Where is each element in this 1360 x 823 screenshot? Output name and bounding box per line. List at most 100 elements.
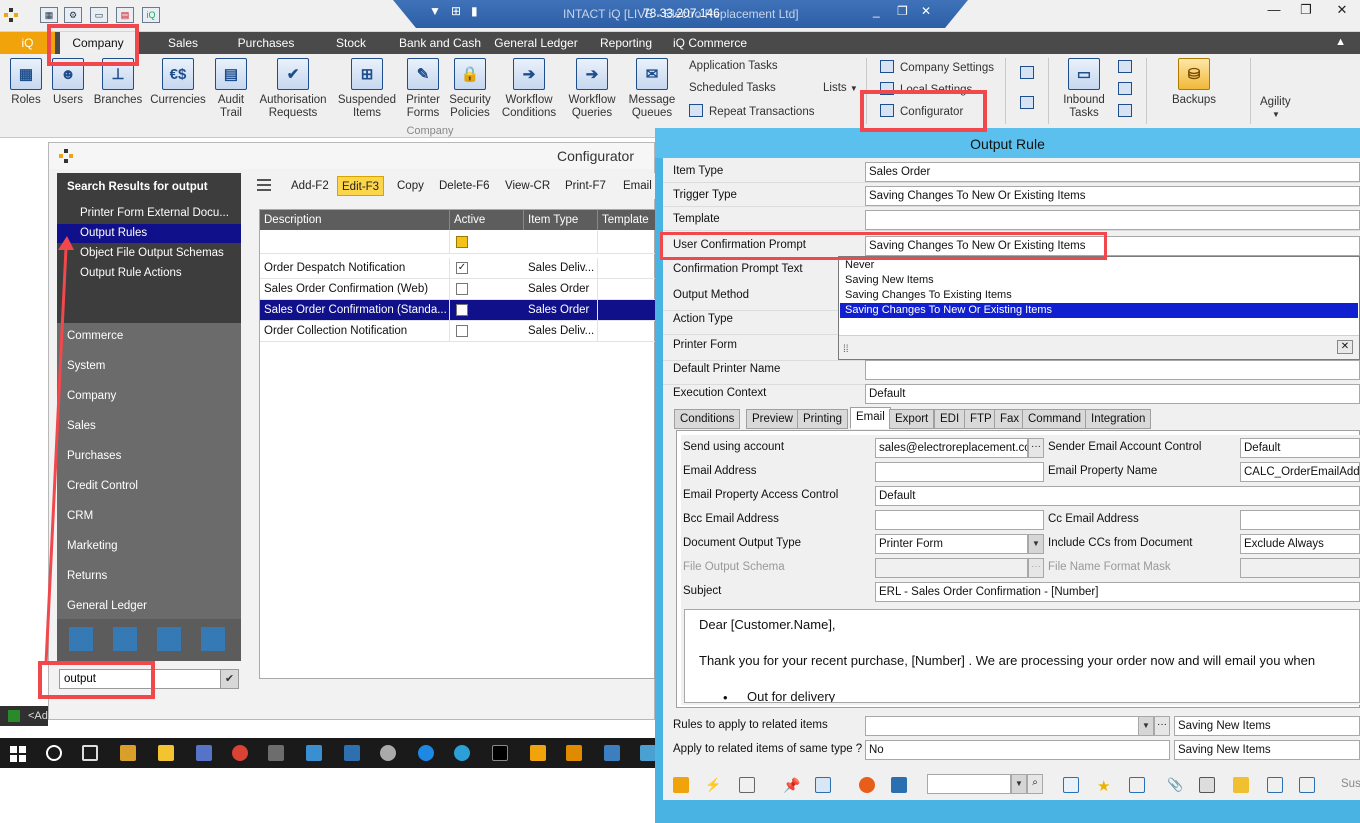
repeat-transactions-button[interactable]: Repeat Transactions: [689, 104, 814, 118]
add-button[interactable]: Add-F2: [287, 176, 333, 196]
dropdown-option-never[interactable]: Never: [840, 258, 1358, 273]
browse-account-button[interactable]: ···: [1028, 438, 1044, 458]
search-go-icon[interactable]: ✔: [220, 670, 238, 688]
column-header-description[interactable]: Description: [260, 210, 450, 230]
email-button[interactable]: Email: [619, 176, 656, 196]
quick-access-monitor-icon[interactable]: ▭: [90, 7, 108, 23]
restore-button[interactable]: ❐: [1290, 0, 1322, 22]
list-icon[interactable]: [1299, 777, 1315, 793]
chevron-down-icon[interactable]: ▼: [1138, 716, 1154, 736]
category-commerce[interactable]: Commerce: [67, 330, 123, 342]
copy-button[interactable]: Copy: [393, 176, 428, 196]
suspend-label[interactable]: Sus: [1341, 778, 1360, 790]
small-task-icon-2[interactable]: [1118, 82, 1138, 96]
shortcut-tile-icon[interactable]: [201, 627, 225, 651]
hamburger-menu-icon[interactable]: [257, 179, 271, 191]
minimize-button[interactable]: —: [1258, 0, 1290, 22]
small-monitor-icon-2[interactable]: [1020, 96, 1040, 110]
taskbar-app-icon[interactable]: [268, 745, 284, 761]
workflow-conditions-button[interactable]: ➔ Workflow Conditions: [498, 58, 560, 120]
taskbar-app-icon[interactable]: [640, 745, 656, 761]
security-policies-button[interactable]: 🔒 Security Policies: [448, 58, 492, 120]
trigger-type-field[interactable]: Saving Changes To New Or Existing Items: [865, 186, 1360, 206]
search-result-output-rule-actions[interactable]: Output Rule Actions: [57, 264, 241, 283]
dropdown-close-icon[interactable]: ✕: [1337, 340, 1353, 354]
send-using-account-field[interactable]: sales@electroreplacement.co: [875, 438, 1028, 458]
print-button[interactable]: Print-F7: [561, 176, 610, 196]
shortcut-tile-icon[interactable]: [69, 627, 93, 651]
cc-field[interactable]: [1240, 510, 1360, 530]
tab-command[interactable]: Command: [1022, 409, 1088, 429]
filter-description[interactable]: [260, 230, 450, 253]
tab-conditions[interactable]: Conditions: [674, 409, 741, 429]
small-task-icon-1[interactable]: [1118, 60, 1138, 74]
category-general-ledger[interactable]: General Ledger: [67, 600, 147, 612]
category-credit-control[interactable]: Credit Control: [67, 480, 138, 492]
notes-icon[interactable]: [1063, 777, 1079, 793]
dropdown-option-saving-existing[interactable]: Saving Changes To Existing Items: [840, 288, 1358, 303]
search-icon[interactable]: ⌕: [1027, 774, 1043, 794]
dropdown-option-saving-new[interactable]: Saving New Items: [840, 273, 1358, 288]
table-row[interactable]: Sales Order Confirmation (Web) Sales Ord…: [260, 279, 656, 300]
intact-app-icon[interactable]: [530, 745, 546, 761]
category-purchases[interactable]: Purchases: [67, 450, 121, 462]
document-icon[interactable]: [815, 777, 831, 793]
tab-reporting[interactable]: Reporting: [594, 32, 658, 54]
remote-desktop-icon[interactable]: [604, 745, 620, 761]
tab-iq-commerce[interactable]: iQ Commerce: [672, 32, 748, 54]
filter-item-type[interactable]: [524, 230, 598, 253]
inbound-tasks-button[interactable]: ▭ Inbound Tasks: [1058, 58, 1110, 120]
edit-button[interactable]: Edit-F3: [337, 176, 385, 196]
session-pin-icon[interactable]: ⊞: [451, 4, 461, 18]
column-header-item-type[interactable]: Item Type: [524, 210, 598, 230]
search-result-printer-form[interactable]: Printer Form External Docu...: [57, 204, 241, 223]
internet-explorer-icon[interactable]: [454, 745, 470, 761]
sender-control-field[interactable]: Default: [1240, 438, 1360, 458]
taskbar-app-icon[interactable]: [196, 745, 212, 761]
email-body-editor[interactable]: Dear [Customer.Name], Thank you for your…: [684, 609, 1360, 703]
teamviewer-icon[interactable]: [418, 745, 434, 761]
filter-active-checkbox[interactable]: [456, 236, 468, 248]
toolbar-search-input[interactable]: [927, 774, 1011, 794]
row-active-checkbox[interactable]: [456, 283, 468, 295]
edit-document-icon[interactable]: [1129, 777, 1145, 793]
rules-related-value[interactable]: Saving New Items: [1174, 716, 1360, 736]
quick-access-roles-icon[interactable]: ▦: [40, 7, 58, 23]
scheduled-tasks-button[interactable]: Scheduled Tasks: [689, 82, 776, 94]
company-settings-button[interactable]: Company Settings: [880, 60, 994, 74]
shortcut-tile-icon[interactable]: [157, 627, 181, 651]
tab-printing[interactable]: Printing: [797, 409, 848, 429]
row-active-checkbox[interactable]: [456, 304, 468, 316]
tab-sales[interactable]: Sales: [160, 32, 206, 54]
session-dropdown-icon[interactable]: ▼: [429, 4, 441, 18]
category-marketing[interactable]: Marketing: [67, 540, 118, 552]
bcc-field[interactable]: [875, 510, 1044, 530]
tab-edi[interactable]: EDI: [934, 409, 966, 429]
intact-app-icon[interactable]: [566, 745, 582, 761]
audit-trail-button[interactable]: ▤ Audit Trail: [212, 58, 250, 120]
gear-icon[interactable]: [380, 745, 396, 761]
taskbar-app-icon[interactable]: [344, 745, 360, 761]
chevron-down-icon[interactable]: ▼: [1011, 774, 1027, 794]
firefox-icon[interactable]: [859, 777, 875, 793]
comment-icon[interactable]: [739, 777, 755, 793]
windows-start-icon[interactable]: [10, 746, 26, 762]
search-result-object-file-schemas[interactable]: Object File Output Schemas: [57, 244, 241, 263]
template-field[interactable]: [865, 210, 1360, 230]
app-logo-icon[interactable]: [673, 777, 689, 793]
terminal-icon[interactable]: [492, 745, 508, 761]
small-task-icon-3[interactable]: [1118, 104, 1138, 118]
tab-ftp[interactable]: FTP: [964, 409, 998, 429]
tab-export[interactable]: Export: [889, 409, 935, 429]
view-button[interactable]: View-CR: [501, 176, 554, 196]
user-lock-icon[interactable]: [891, 777, 907, 793]
delete-button[interactable]: Delete-F6: [435, 176, 494, 196]
pin-icon[interactable]: 📌: [783, 777, 800, 793]
table-row[interactable]: Order Despatch Notification ✓ Sales Deli…: [260, 258, 656, 279]
row-active-checkbox[interactable]: [456, 325, 468, 337]
rules-related-select[interactable]: [865, 716, 1139, 736]
tab-integration[interactable]: Integration: [1085, 409, 1152, 429]
authorisation-requests-button[interactable]: ✔ Authorisation Requests: [256, 58, 330, 120]
currencies-button[interactable]: €$ Currencies: [150, 58, 206, 107]
tab-bank-and-cash[interactable]: Bank and Cash: [396, 32, 484, 54]
